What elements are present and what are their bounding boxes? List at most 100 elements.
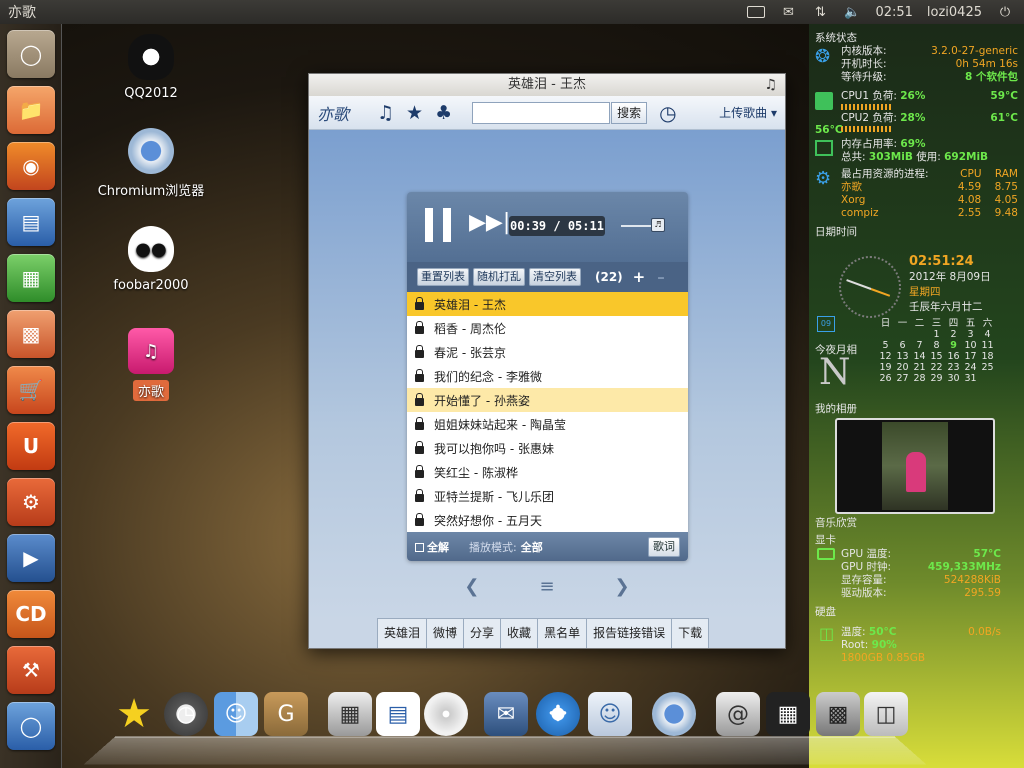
volume-icon[interactable]: ♬ — [651, 218, 665, 232]
clock-text[interactable]: 02:51 — [875, 5, 912, 20]
playlist-track[interactable]: 突然好想你 - 五月天 — [407, 508, 688, 532]
impress-icon[interactable]: ▩ — [7, 310, 55, 358]
star-icon[interactable]: ★ — [112, 691, 156, 737]
lock-icon[interactable] — [415, 296, 424, 310]
ubuntu-home-icon[interactable]: ◯ — [7, 30, 55, 78]
calendar-day: 16 — [947, 351, 960, 362]
clear-list-button[interactable]: 清空列表 — [529, 268, 581, 286]
playlist-track[interactable]: 春泥 - 张芸京 — [407, 340, 688, 364]
desktop-icon-foobar[interactable]: ●● foobar2000 — [86, 226, 216, 293]
calendar-day: 二 — [914, 318, 925, 329]
lock-icon[interactable] — [415, 320, 424, 334]
playlist-track[interactable]: 英雄泪 - 王杰 — [407, 292, 688, 316]
lock-icon[interactable] — [415, 416, 424, 430]
pause-button[interactable] — [425, 208, 451, 242]
unlock-all-button[interactable]: 全解 — [415, 539, 449, 555]
bottom-tab[interactable]: 报告链接错误 — [587, 619, 673, 648]
disk-f: 1800GB — [841, 652, 884, 664]
user-name[interactable]: lozi0425 — [927, 5, 982, 20]
media-player-icon[interactable]: ▶ — [7, 534, 55, 582]
window-title-bar[interactable]: 英雄泪 - 王杰 ♫ — [309, 74, 785, 96]
network-icon[interactable]: ⇅ — [811, 5, 829, 20]
files-icon[interactable]: 📁 — [7, 86, 55, 134]
upload-button[interactable]: 上传歌曲 — [719, 104, 777, 121]
lyrics-button[interactable]: 歌词 — [648, 536, 680, 557]
chevron-left-icon[interactable]: ❮ — [464, 576, 479, 597]
dvd-icon[interactable] — [424, 692, 468, 736]
track-title: 我可以抱你吗 - 张惠妹 — [434, 441, 554, 456]
package-icon[interactable]: G — [264, 692, 308, 736]
ubuntu-one-icon[interactable]: U — [7, 422, 55, 470]
volume-icon[interactable]: 🔈 — [843, 5, 861, 20]
bottom-tab[interactable]: 微博 — [427, 619, 465, 648]
chevron-right-icon[interactable]: ❯ — [615, 576, 630, 597]
photo-album[interactable] — [835, 418, 995, 514]
menu-icon[interactable]: ≡ — [539, 576, 554, 597]
disk-drive-icon[interactable]: ◫ — [864, 692, 908, 736]
shuffle-button[interactable]: 随机打乱 — [473, 268, 525, 286]
trash-icon[interactable]: ▩ — [816, 692, 860, 736]
bottom-tab[interactable]: 分享 — [464, 619, 502, 648]
gpu-temp: 57°C — [973, 548, 1001, 560]
desktop-icon-chromium[interactable]: Chromium浏览器 — [86, 128, 216, 199]
clock-icon[interactable]: ◷ — [659, 101, 676, 125]
lock-icon[interactable] — [415, 368, 424, 382]
playlist-track[interactable]: 笑红尘 - 陈淑桦 — [407, 460, 688, 484]
reset-list-button[interactable]: 重置列表 — [417, 268, 469, 286]
bottom-tab[interactable]: 收藏 — [501, 619, 539, 648]
clover-icon[interactable]: ♣ — [435, 102, 452, 124]
firefox-icon[interactable]: ◉ — [7, 142, 55, 190]
chromium-icon[interactable] — [652, 692, 696, 736]
bottom-tab[interactable]: 英雄泪 — [377, 619, 428, 648]
lock-icon[interactable] — [415, 440, 424, 454]
document-icon[interactable]: ▤ — [376, 692, 420, 736]
lock-icon[interactable] — [415, 464, 424, 478]
playlist-track[interactable]: 姐姐妹妹站起来 - 陶晶莹 — [407, 412, 688, 436]
finder-icon[interactable]: ☺ — [214, 692, 258, 736]
playlist-track[interactable]: 亚特兰提斯 - 飞儿乐团 — [407, 484, 688, 508]
cd-burner-icon[interactable]: CD — [7, 590, 55, 638]
mail-icon[interactable]: ✉ — [779, 5, 797, 20]
writer-icon[interactable]: ▤ — [7, 198, 55, 246]
play-mode-value[interactable]: 全部 — [521, 539, 543, 555]
volume-slider[interactable]: ♬ — [621, 218, 665, 232]
calculator-icon[interactable]: ▦ — [328, 692, 372, 736]
chat-icon[interactable]: ☺ — [588, 692, 632, 736]
settings-icon[interactable]: ⚙ — [7, 478, 55, 526]
lock-icon[interactable] — [415, 392, 424, 406]
software-center-icon[interactable]: 🛒 — [7, 366, 55, 414]
playlist-track[interactable]: 我可以抱你吗 - 张惠妹 — [407, 436, 688, 460]
keyboard-icon[interactable] — [747, 5, 766, 19]
mail-icon[interactable]: ✉ — [484, 692, 528, 736]
plus-icon[interactable]: + — [633, 268, 646, 286]
search-button[interactable]: 搜索 — [611, 101, 648, 124]
music-icon[interactable]: ♫ — [377, 102, 394, 124]
process-list: 亦歌 4.59 8.75 Xorg 4.08 4.05 compiz 2.55 9.48 — [841, 181, 1018, 220]
system-tools-icon[interactable]: ⚒ — [7, 646, 55, 694]
minus-icon[interactable]: – — [657, 268, 665, 286]
playlist-track[interactable]: 我们的纪念 - 李雅微 — [407, 364, 688, 388]
playlist-track[interactable]: 稻香 - 周杰伦 — [407, 316, 688, 340]
next-icon[interactable]: ▶▶| — [469, 212, 510, 234]
calendar-row: 1234 — [877, 329, 996, 340]
time-machine-icon[interactable]: ◷ — [164, 692, 208, 736]
chromium-launcher-icon[interactable]: ◯ — [7, 702, 55, 750]
lock-icon[interactable] — [415, 488, 424, 502]
photo-stack-icon[interactable]: ▦ — [766, 692, 810, 736]
power-icon[interactable]: ⏻ — [996, 5, 1014, 20]
playlist-track[interactable]: 开始懂了 - 孙燕姿 — [407, 388, 688, 412]
star-icon[interactable]: ★ — [406, 102, 423, 124]
search-input[interactable] — [472, 101, 611, 124]
at-sign-icon[interactable]: @ — [716, 692, 760, 736]
lock-icon[interactable] — [415, 512, 424, 526]
desktop-icon-qq[interactable]: QQ2012 — [86, 34, 216, 101]
safari-icon[interactable]: ✢ — [536, 692, 580, 736]
gpu-clock-label: GPU 时钟: — [841, 561, 892, 573]
desktop-icon-yige[interactable]: ♫ 亦歌 — [86, 328, 216, 401]
bottom-tab[interactable]: 黑名单 — [538, 619, 588, 648]
calendar-day: 10 — [964, 340, 977, 351]
bottom-tab[interactable]: 下载 — [672, 619, 710, 648]
calc-icon[interactable]: ▦ — [7, 254, 55, 302]
lock-icon[interactable] — [415, 344, 424, 358]
digital-clock: 02:51:24 — [909, 254, 974, 269]
